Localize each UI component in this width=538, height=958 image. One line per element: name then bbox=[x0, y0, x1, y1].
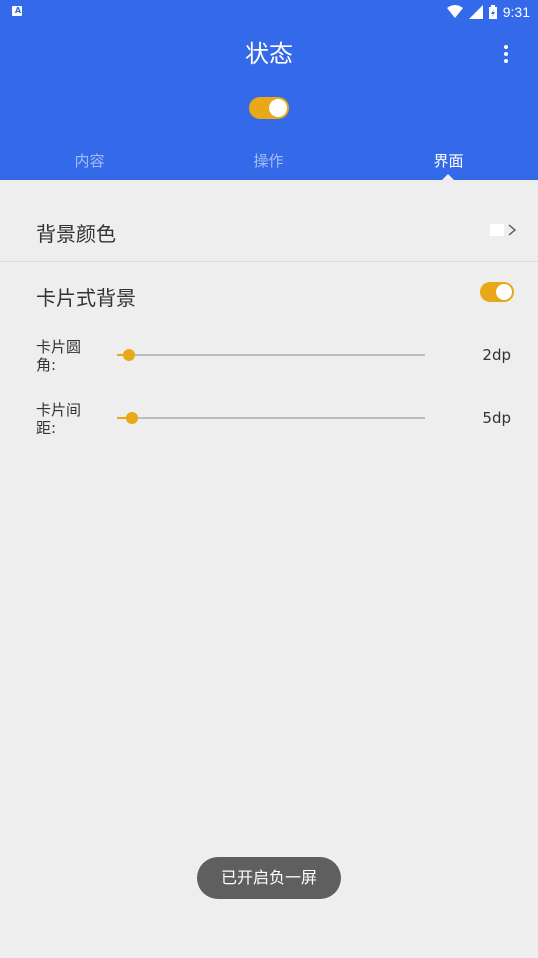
card-spacing-value: 5dp bbox=[482, 409, 511, 427]
background-color-row[interactable]: 背景颜色 bbox=[0, 200, 538, 261]
card-background-toggle[interactable] bbox=[480, 282, 514, 302]
wifi-icon bbox=[446, 5, 463, 18]
battery-icon bbox=[488, 5, 497, 19]
status-bar: A 9:31 bbox=[0, 0, 538, 24]
card-spacing-label: 卡片间距: bbox=[36, 401, 82, 437]
chevron-right-icon bbox=[508, 224, 517, 236]
app-bar: A 9:31 状态 内容 操作 界面 bbox=[0, 0, 538, 180]
tab-indicator bbox=[442, 174, 454, 180]
notification-icon: A bbox=[12, 6, 22, 16]
slider-thumb[interactable] bbox=[123, 349, 136, 361]
toast-message: 已开启负一屏 bbox=[197, 857, 341, 899]
status-icons: 9:31 bbox=[446, 2, 530, 22]
master-toggle[interactable] bbox=[249, 97, 289, 119]
tab-interface[interactable]: 界面 bbox=[359, 150, 538, 172]
card-spacing-slider[interactable] bbox=[117, 412, 425, 424]
tab-bar: 内容 操作 界面 bbox=[0, 140, 538, 180]
tab-content[interactable]: 内容 bbox=[0, 150, 179, 172]
toggle-knob bbox=[269, 99, 287, 117]
tab-actions[interactable]: 操作 bbox=[179, 150, 358, 172]
card-radius-label: 卡片圆角: bbox=[36, 338, 82, 374]
color-swatch bbox=[490, 224, 504, 236]
card-background-row[interactable]: 卡片式背景 bbox=[0, 262, 538, 322]
card-background-label: 卡片式背景 bbox=[36, 286, 136, 310]
clock: 9:31 bbox=[502, 4, 530, 20]
background-color-label: 背景颜色 bbox=[36, 222, 116, 246]
page-title: 状态 bbox=[245, 40, 293, 68]
toggle-knob bbox=[496, 284, 512, 300]
card-radius-slider[interactable] bbox=[117, 349, 425, 361]
more-vert-icon[interactable] bbox=[496, 42, 516, 66]
card-radius-value: 2dp bbox=[482, 346, 511, 364]
signal-icon bbox=[468, 5, 483, 19]
slider-thumb[interactable] bbox=[126, 412, 139, 424]
